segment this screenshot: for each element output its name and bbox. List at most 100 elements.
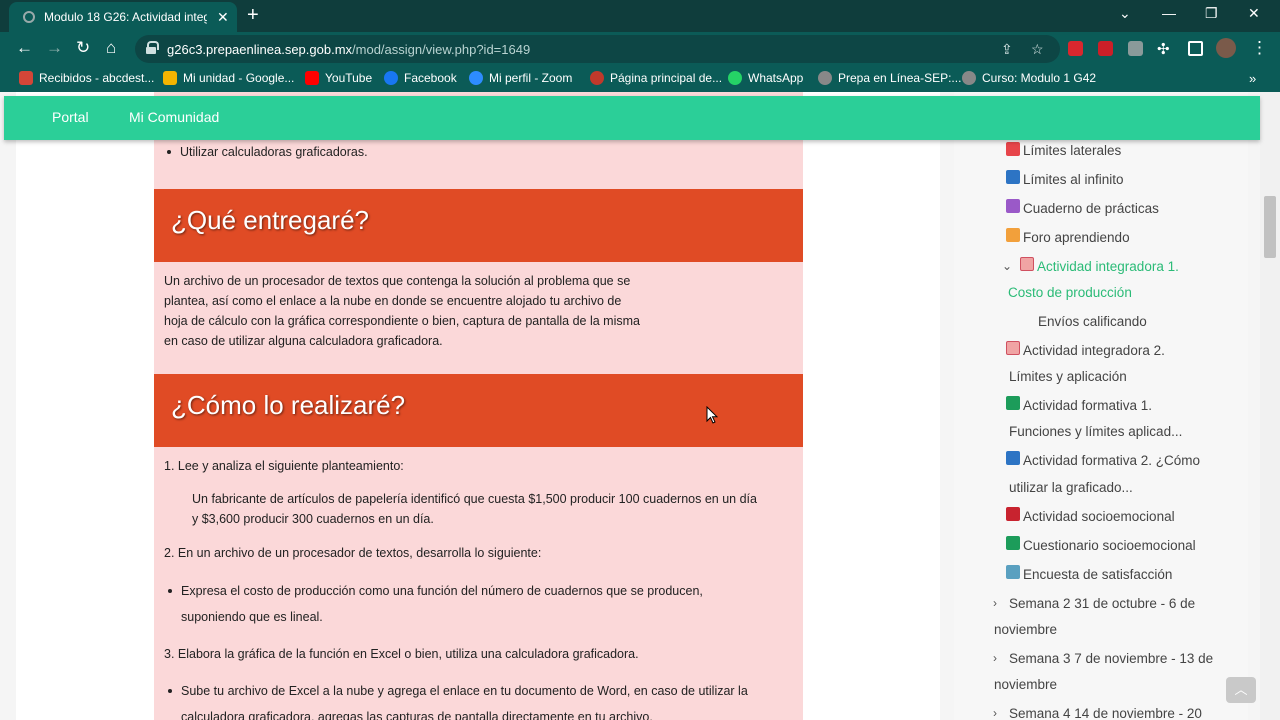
youtube-icon xyxy=(305,71,319,85)
tab-title: Modulo 18 G26: Actividad integr xyxy=(44,10,207,24)
tab-favicon-icon xyxy=(23,11,35,23)
page: Utilizar calculadoras graficadoras. ¿Qué… xyxy=(0,92,1280,720)
moodle-icon xyxy=(818,71,832,85)
side-panel-icon[interactable] xyxy=(1188,41,1203,56)
home-icon[interactable]: ⌂ xyxy=(106,38,116,58)
bookmark-item[interactable]: Mi perfil - Zoom xyxy=(469,71,572,85)
week-section[interactable]: Semana 4 14 de noviembre - 20 xyxy=(1009,706,1202,720)
moodle-icon xyxy=(962,71,976,85)
assignment-icon xyxy=(1006,142,1020,156)
nav-portal-link[interactable]: Portal xyxy=(52,109,89,125)
course-subitem[interactable]: Envíos calificando xyxy=(1038,314,1147,329)
share-icon[interactable]: ⇪ xyxy=(1001,41,1013,58)
course-item[interactable]: utilizar la graficado... xyxy=(1009,480,1133,495)
forum-icon xyxy=(1006,228,1020,242)
extension-video-icon[interactable] xyxy=(1098,41,1113,56)
bookmark-item[interactable]: Página principal de... xyxy=(590,71,722,85)
activity-icon xyxy=(1006,396,1020,410)
course-item[interactable]: Actividad integradora 2. xyxy=(1023,343,1165,358)
back-icon[interactable]: ← xyxy=(16,38,33,58)
browser-tab[interactable]: Modulo 18 G26: Actividad integr ✕ xyxy=(9,2,237,32)
assignment-icon xyxy=(1006,341,1020,355)
browser-menu-icon[interactable]: ⋮ xyxy=(1251,38,1268,58)
page-scrollbar[interactable] xyxy=(1260,92,1280,720)
address-bar[interactable]: g26c3.prepaenlinea.sep.gob.mx/mod/assign… xyxy=(135,35,1060,63)
browser-toolbar: ← → ↻ ⌂ g26c3.prepaenlinea.sep.gob.mx/mo… xyxy=(0,32,1280,66)
drive-icon xyxy=(163,71,177,85)
week-section[interactable]: noviembre xyxy=(994,677,1057,692)
course-item[interactable]: Cuaderno de prácticas xyxy=(1023,201,1159,216)
chevron-right-icon[interactable]: › xyxy=(993,706,997,720)
course-item[interactable]: Cuestionario socioemocional xyxy=(1023,538,1196,553)
close-window-icon[interactable]: ✕ xyxy=(1248,5,1260,22)
tab-search-icon[interactable]: ⌄ xyxy=(1119,5,1131,22)
forward-icon[interactable]: → xyxy=(46,38,63,58)
course-item[interactable]: Límites laterales xyxy=(1023,143,1121,158)
extensions-puzzle-icon[interactable]: ✣ xyxy=(1157,40,1170,58)
bookmark-item[interactable]: YouTube xyxy=(305,71,372,85)
bookmark-item[interactable]: Mi unidad - Google... xyxy=(163,71,294,85)
scroll-to-top-button[interactable]: ︿ xyxy=(1226,677,1256,703)
chevron-up-icon: ︿ xyxy=(1234,682,1248,697)
bookmark-item[interactable]: Prepa en Línea-SEP:... xyxy=(818,71,961,85)
gmail-icon xyxy=(19,71,33,85)
step-1: 1. Lee y analiza el siguiente planteamie… xyxy=(164,459,404,473)
course-item[interactable]: Límites y aplicación xyxy=(1009,369,1127,384)
survey-icon xyxy=(1006,565,1020,579)
week-section[interactable]: Semana 2 31 de octubre - 6 de xyxy=(1009,596,1195,611)
url-text: g26c3.prepaenlinea.sep.gob.mx/mod/assign… xyxy=(167,42,531,57)
course-item[interactable]: Foro aprendiendo xyxy=(1023,230,1130,245)
chevron-right-icon[interactable]: › xyxy=(993,596,997,610)
facebook-icon xyxy=(384,71,398,85)
tab-close-icon[interactable]: ✕ xyxy=(217,9,229,26)
bookmark-item[interactable]: Curso: Modulo 1 G42 xyxy=(962,71,1096,85)
assignment-icon xyxy=(1020,257,1034,271)
reload-icon[interactable]: ↻ xyxy=(76,38,90,58)
zoom-icon xyxy=(469,71,483,85)
page-icon xyxy=(1006,170,1020,184)
restore-icon[interactable]: ❐ xyxy=(1205,5,1218,22)
chevron-right-icon[interactable]: › xyxy=(993,651,997,665)
chevron-down-icon[interactable]: ⌄ xyxy=(1002,259,1012,273)
site-navbar: Portal Mi Comunidad xyxy=(4,96,1260,140)
quiz-icon xyxy=(1006,536,1020,550)
bookmark-item[interactable]: Recibidos - abcdest... xyxy=(19,71,154,85)
extension-red-icon[interactable] xyxy=(1068,41,1083,56)
list-item: Expresa el costo de producción como una … xyxy=(168,578,703,630)
section-header-entregare: ¿Qué entregaré? xyxy=(154,189,803,262)
activity-icon xyxy=(1006,451,1020,465)
course-item-active[interactable]: Costo de producción xyxy=(1008,285,1132,300)
course-item[interactable]: Encuesta de satisfacción xyxy=(1023,567,1172,582)
extension-grey-icon[interactable] xyxy=(1128,41,1143,56)
week-section[interactable]: Semana 3 7 de noviembre - 13 de xyxy=(1009,651,1213,666)
scrollbar-thumb[interactable] xyxy=(1264,196,1276,258)
bookmark-item[interactable]: WhatsApp xyxy=(728,71,803,85)
site-icon xyxy=(590,71,604,85)
course-item[interactable]: Actividad formativa 2. ¿Cómo xyxy=(1023,453,1200,468)
step-3: 3. Elabora la gráfica de la función en E… xyxy=(164,647,639,661)
bookmark-star-icon[interactable]: ☆ xyxy=(1031,41,1044,58)
book-icon xyxy=(1006,199,1020,213)
bookmark-item[interactable]: Facebook xyxy=(384,71,457,85)
list-item: Sube tu archivo de Excel a la nube y agr… xyxy=(168,678,748,720)
section-title: ¿Cómo lo realizaré? xyxy=(171,390,406,420)
mouse-cursor-icon xyxy=(706,406,718,424)
course-item[interactable]: Actividad formativa 1. xyxy=(1023,398,1152,413)
course-item[interactable]: Actividad socioemocional xyxy=(1023,509,1175,524)
heart-icon xyxy=(1006,507,1020,521)
tab-strip: Modulo 18 G26: Actividad integr ✕ + ⌄ — … xyxy=(0,0,1280,32)
new-tab-icon[interactable]: + xyxy=(247,4,259,27)
step-2: 2. En un archivo de un procesador de tex… xyxy=(164,546,542,560)
course-item-active[interactable]: Actividad integradora 1. xyxy=(1037,259,1179,274)
section-title: ¿Qué entregaré? xyxy=(171,205,370,235)
profile-avatar[interactable] xyxy=(1216,38,1236,58)
course-index-drawer: Límites laterales Límites al infinito Cu… xyxy=(954,92,1248,720)
week-section[interactable]: noviembre xyxy=(994,622,1057,637)
course-item[interactable]: Límites al infinito xyxy=(1023,172,1124,187)
problem-statement: Un fabricante de artículos de papelería … xyxy=(192,492,757,526)
deliverable-text: Un archivo de un procesador de textos qu… xyxy=(164,274,640,348)
more-bookmarks-icon[interactable]: » xyxy=(1249,71,1256,86)
minimize-icon[interactable]: — xyxy=(1162,5,1176,21)
course-item[interactable]: Funciones y límites aplicad... xyxy=(1009,424,1182,439)
nav-comunidad-link[interactable]: Mi Comunidad xyxy=(129,109,219,125)
